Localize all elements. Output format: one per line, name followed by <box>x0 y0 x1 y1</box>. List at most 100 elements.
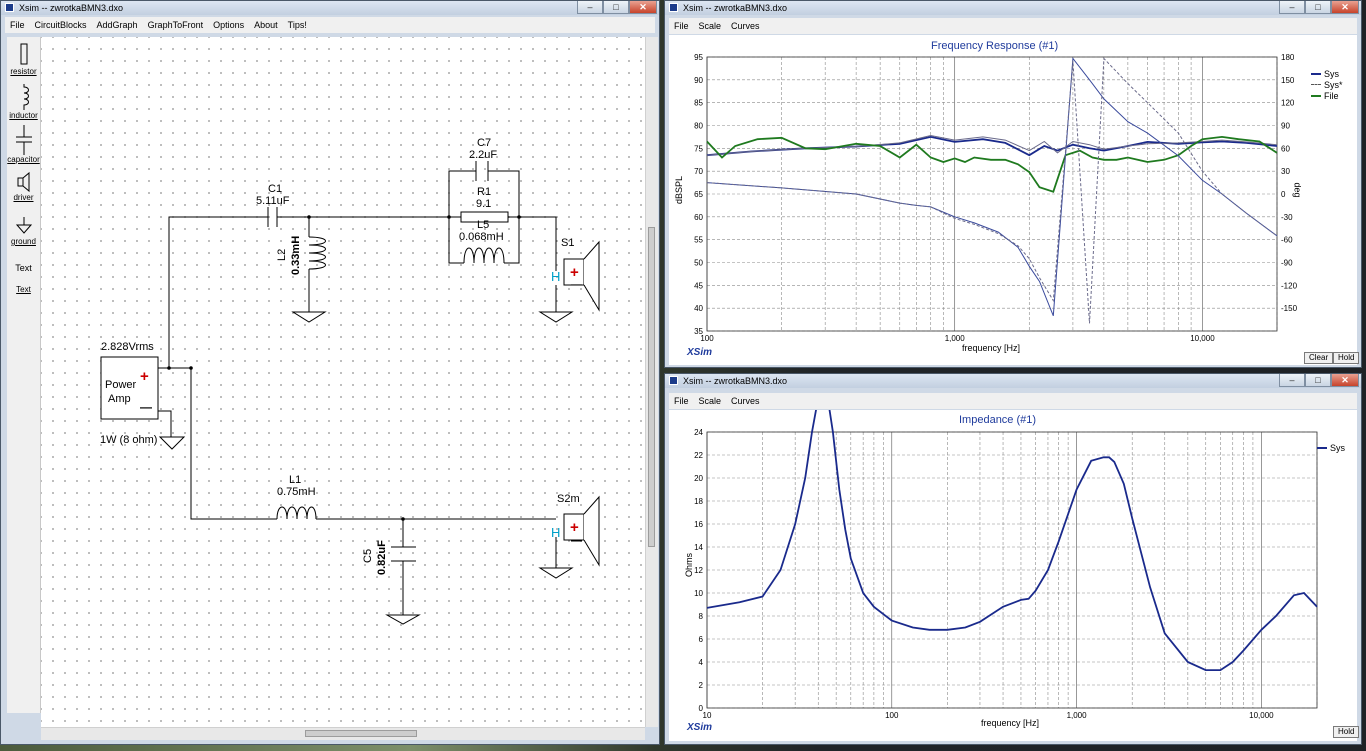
schematic-window: Xsim -- zwrotkaBMN3.dxo – □ ✕ File Circui… <box>0 0 660 745</box>
text-icon: Text <box>15 263 32 273</box>
hold-button[interactable]: Hold <box>1333 726 1360 738</box>
s2m-minus-sign: — <box>571 535 582 547</box>
c5-value: 0.82uF <box>376 540 388 575</box>
impedance-window: Xsim -- zwrotkaBMN3.dxo – □ ✕ File Scale C… <box>664 373 1362 745</box>
maximize-button[interactable]: □ <box>1305 1 1331 14</box>
menu-curves[interactable]: Curves <box>726 393 765 409</box>
freq-menubar: File Scale Curves <box>669 18 1357 34</box>
close-button[interactable]: ✕ <box>1331 374 1359 387</box>
window-title: Xsim -- zwrotkaBMN3.dxo <box>683 376 788 386</box>
tool-text-1[interactable]: Text <box>7 263 40 273</box>
series-line-file <box>706 135 1278 193</box>
schematic-titlebar[interactable]: Xsim -- zwrotkaBMN3.dxo – □ ✕ <box>1 1 659 15</box>
close-button[interactable]: ✕ <box>1331 1 1359 14</box>
menu-addgraph[interactable]: AddGraph <box>92 17 143 33</box>
menu-file[interactable]: File <box>669 18 694 34</box>
capacitor-c7[interactable] <box>475 161 489 181</box>
legend-sys[interactable]: Sys <box>1311 68 1343 79</box>
imp-titlebar[interactable]: Xsim -- zwrotkaBMN3.dxo – □ ✕ <box>665 374 1361 388</box>
text-icon: Text <box>16 285 31 294</box>
tool-driver[interactable]: driver <box>7 171 40 202</box>
xsim-brand: XSim <box>687 347 713 358</box>
x-axis-label: frequency [Hz] <box>981 718 1040 728</box>
minimize-button[interactable]: – <box>577 1 603 14</box>
inductor-l5[interactable] <box>463 247 505 264</box>
scroll-thumb[interactable] <box>305 730 417 737</box>
tool-ground[interactable]: ground <box>7 215 40 246</box>
amp-ground-wire <box>158 410 172 437</box>
legend-file[interactable]: File <box>1311 90 1343 101</box>
menu-circuitblocks[interactable]: CircuitBlocks <box>30 17 92 33</box>
legend-label: Sys* <box>1324 79 1343 90</box>
menu-file[interactable]: File <box>5 17 30 33</box>
tool-inductor[interactable]: inductor <box>7 83 40 120</box>
y-tick-label: 40 <box>694 304 703 313</box>
l2-name: L2 <box>276 249 288 261</box>
minimize-button[interactable]: – <box>1279 374 1305 387</box>
hold-button[interactable]: Hold <box>1333 352 1360 364</box>
s1-phase-mark: H <box>551 269 560 284</box>
y-tick-label: 75 <box>694 144 703 153</box>
ground-icon <box>15 217 32 234</box>
y-tick-label: 50 <box>694 259 703 268</box>
x-tick-label: 10,000 <box>1249 711 1274 720</box>
y2-tick-label: 180 <box>1281 53 1295 62</box>
menu-options[interactable]: Options <box>208 17 249 33</box>
y2-tick-label: 60 <box>1281 144 1290 153</box>
junctions <box>167 215 521 521</box>
y-tick-label: 85 <box>694 99 703 108</box>
tool-resistor[interactable]: resistor <box>7 41 40 76</box>
legend-label: Sys <box>1330 442 1346 453</box>
legend-sys-star[interactable]: Sys* <box>1311 79 1343 90</box>
y2-axis-label: deg <box>1292 182 1303 198</box>
menu-graphtofront[interactable]: GraphToFront <box>143 17 209 33</box>
minimize-button[interactable]: – <box>1279 1 1305 14</box>
l5-name: L5 <box>477 219 489 231</box>
imp-legend: Sys <box>1317 442 1345 453</box>
l5-value: 0.068mH <box>459 231 504 243</box>
menu-file[interactable]: File <box>669 393 694 409</box>
tool-label: resistor <box>10 67 37 76</box>
y-tick-label: 8 <box>699 612 704 621</box>
inductor-l1[interactable] <box>276 506 317 520</box>
capacitor-c5[interactable] <box>391 546 416 562</box>
y2-tick-label: 90 <box>1281 122 1290 131</box>
horizontal-scrollbar[interactable] <box>41 727 645 740</box>
menu-scale[interactable]: Scale <box>694 18 727 34</box>
vertical-scrollbar[interactable] <box>645 37 658 727</box>
maximize-button[interactable]: □ <box>1305 374 1331 387</box>
y2-tick-label: 150 <box>1281 76 1295 85</box>
clear-button[interactable]: Clear <box>1304 352 1334 364</box>
x-tick-label: 1,000 <box>1067 711 1088 720</box>
menu-curves[interactable]: Curves <box>726 18 765 34</box>
inductor-l2[interactable] <box>308 236 326 270</box>
maximize-button[interactable]: □ <box>603 1 629 14</box>
c7-name: C7 <box>477 137 491 149</box>
legend-label: Sys <box>1324 68 1340 79</box>
s1-minus-sign: — <box>571 279 582 291</box>
menu-tips[interactable]: Tips! <box>283 17 312 33</box>
s1-ground-symbol <box>538 311 574 323</box>
y-tick-label: 70 <box>694 167 703 176</box>
scroll-thumb[interactable] <box>648 227 655 547</box>
c5-ground-symbol <box>385 614 421 625</box>
y-tick-label: 16 <box>694 520 703 529</box>
close-button[interactable]: ✕ <box>629 1 657 14</box>
freq-titlebar[interactable]: Xsim -- zwrotkaBMN3.dxo – □ ✕ <box>665 1 1361 15</box>
menu-about[interactable]: About <box>249 17 283 33</box>
series-line-sys-phase <box>706 57 1278 316</box>
menu-scale[interactable]: Scale <box>694 393 727 409</box>
l1-name: L1 <box>289 474 301 486</box>
s2m-phase-mark: H <box>551 525 560 540</box>
legend-sys[interactable]: Sys <box>1317 442 1345 453</box>
s2m-ground-symbol <box>538 567 574 579</box>
tool-capacitor[interactable]: capacitor <box>7 125 40 164</box>
schematic-drawing: 2.828Vrms Power Amp + — 1W (8 ohm) C1 5.… <box>100 137 600 625</box>
schematic-canvas[interactable]: 2.828Vrms Power Amp + — 1W (8 ohm) C1 5.… <box>41 37 645 727</box>
tool-text-2[interactable]: Text <box>7 285 40 294</box>
capacitor-c1[interactable] <box>256 207 289 227</box>
y2-tick-label: 120 <box>1281 99 1295 108</box>
app-icon <box>669 3 678 12</box>
tool-label: capacitor <box>7 155 40 164</box>
x-tick-label: 100 <box>700 334 714 343</box>
